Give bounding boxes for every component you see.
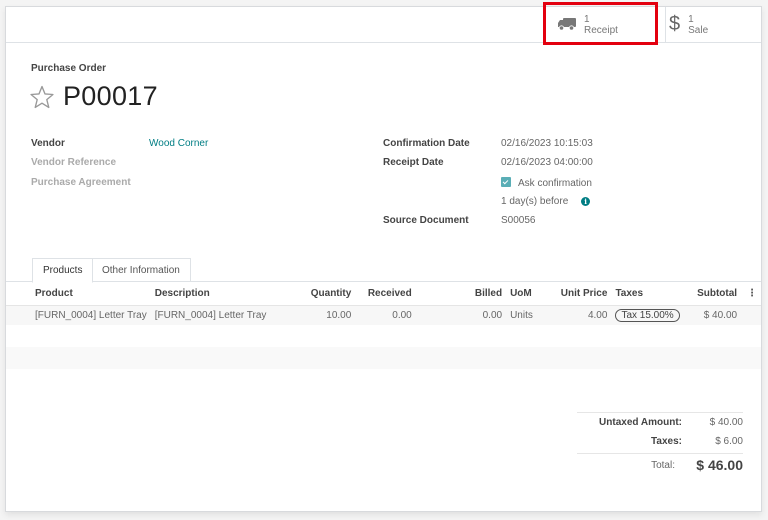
col-unit-price[interactable]: Unit Price xyxy=(556,283,612,306)
total-row: Total: $ 46.00 xyxy=(577,453,743,476)
vendor-label: Vendor xyxy=(31,138,65,149)
sale-count: 1 xyxy=(688,13,694,25)
confirmation-date-value[interactable]: 02/16/2023 10:15:03 xyxy=(501,138,593,149)
source-document-label: Source Document xyxy=(383,215,469,226)
receipt-smart-button[interactable]: 1 Receipt xyxy=(553,7,657,42)
col-uom[interactable]: UoM xyxy=(506,283,557,306)
cell-taxes[interactable]: Tax 15.00% xyxy=(611,305,684,325)
column-options-icon[interactable]: ⋮ xyxy=(741,283,761,306)
days-before-label: day(s) before xyxy=(509,196,569,207)
totals-summary: Untaxed Amount: $ 40.00 Taxes: $ 6.00 To… xyxy=(577,412,743,476)
taxes-label: Taxes: xyxy=(651,436,682,447)
cell-subtotal: $ 40.00 xyxy=(683,305,742,325)
table-header-row: Product Description Quantity Received Bi… xyxy=(6,283,761,306)
star-icon[interactable] xyxy=(29,85,55,109)
order-name: P00017 xyxy=(63,81,158,111)
cell-billed[interactable]: 0.00 xyxy=(415,305,507,325)
receipt-date-label: Receipt Date xyxy=(383,157,444,168)
cell-received[interactable]: 0.00 xyxy=(355,305,416,325)
tab-products[interactable]: Products xyxy=(32,258,94,283)
smart-button-box: 1 Receipt $ 1 Sale xyxy=(6,2,761,45)
days-before-field: 1 day(s) before i xyxy=(501,196,591,207)
col-received[interactable]: Received xyxy=(355,283,416,306)
dollar-icon: $ xyxy=(669,13,681,35)
table-row[interactable]: [FURN_0004] Letter Tray [FURN_0004] Lett… xyxy=(6,305,761,325)
total-label: Total: xyxy=(651,459,675,471)
cell-unit-price[interactable]: 4.00 xyxy=(556,305,612,325)
purchase-agreement-label: Purchase Agreement xyxy=(31,177,131,188)
vendor-link[interactable]: Wood Corner xyxy=(149,138,208,149)
receipt-count: 1 xyxy=(584,13,590,25)
col-product[interactable]: Product xyxy=(6,283,151,306)
col-subtotal[interactable]: Subtotal xyxy=(683,283,742,306)
untaxed-amount-value: $ 40.00 xyxy=(709,417,743,428)
cell-uom[interactable]: Units xyxy=(506,305,557,325)
info-icon[interactable]: i xyxy=(581,197,591,206)
vendor-reference-label: Vendor Reference xyxy=(31,157,117,168)
untaxed-amount-row: Untaxed Amount: $ 40.00 xyxy=(577,413,743,432)
col-taxes[interactable]: Taxes xyxy=(611,283,684,306)
col-description[interactable]: Description xyxy=(150,283,276,306)
sale-label: Sale xyxy=(688,24,709,36)
ask-confirmation-field: Ask confirmation xyxy=(501,177,592,189)
tab-other-information[interactable]: Other Information xyxy=(92,258,191,282)
cell-quantity[interactable]: 10.00 xyxy=(275,305,356,325)
sale-smart-button[interactable]: $ 1 Sale xyxy=(665,7,760,42)
title-row: P00017 xyxy=(29,81,158,112)
order-lines-table: Product Description Quantity Received Bi… xyxy=(6,283,761,369)
empty-row xyxy=(6,325,761,347)
total-value: $ 46.00 xyxy=(696,457,743,473)
untaxed-amount-label: Untaxed Amount: xyxy=(599,417,682,428)
ask-confirmation-checkbox[interactable] xyxy=(501,177,511,187)
tax-badge: Tax 15.00% xyxy=(615,308,680,322)
confirmation-date-label: Confirmation Date xyxy=(383,138,470,149)
receipt-date-value[interactable]: 02/16/2023 04:00:00 xyxy=(501,157,593,168)
taxes-value: $ 6.00 xyxy=(715,436,743,447)
notebook-tabs: Products Other Information xyxy=(6,258,761,283)
col-quantity[interactable]: Quantity xyxy=(275,283,356,306)
ask-confirmation-label: Ask confirmation xyxy=(518,178,592,189)
cell-product[interactable]: [FURN_0004] Letter Tray xyxy=(6,305,151,325)
source-document-value: S00056 xyxy=(501,215,536,226)
title-label: Purchase Order xyxy=(31,63,107,74)
days-before-input[interactable]: 1 xyxy=(501,196,507,207)
form-sheet: 1 Receipt $ 1 Sale Purchase Order P00017… xyxy=(5,2,762,512)
col-billed[interactable]: Billed xyxy=(415,283,507,306)
empty-row xyxy=(6,347,761,369)
cell-description[interactable]: [FURN_0004] Letter Tray xyxy=(150,305,276,325)
taxes-row: Taxes: $ 6.00 xyxy=(577,432,743,451)
receipt-label: Receipt xyxy=(584,24,618,36)
truck-icon xyxy=(558,18,576,31)
